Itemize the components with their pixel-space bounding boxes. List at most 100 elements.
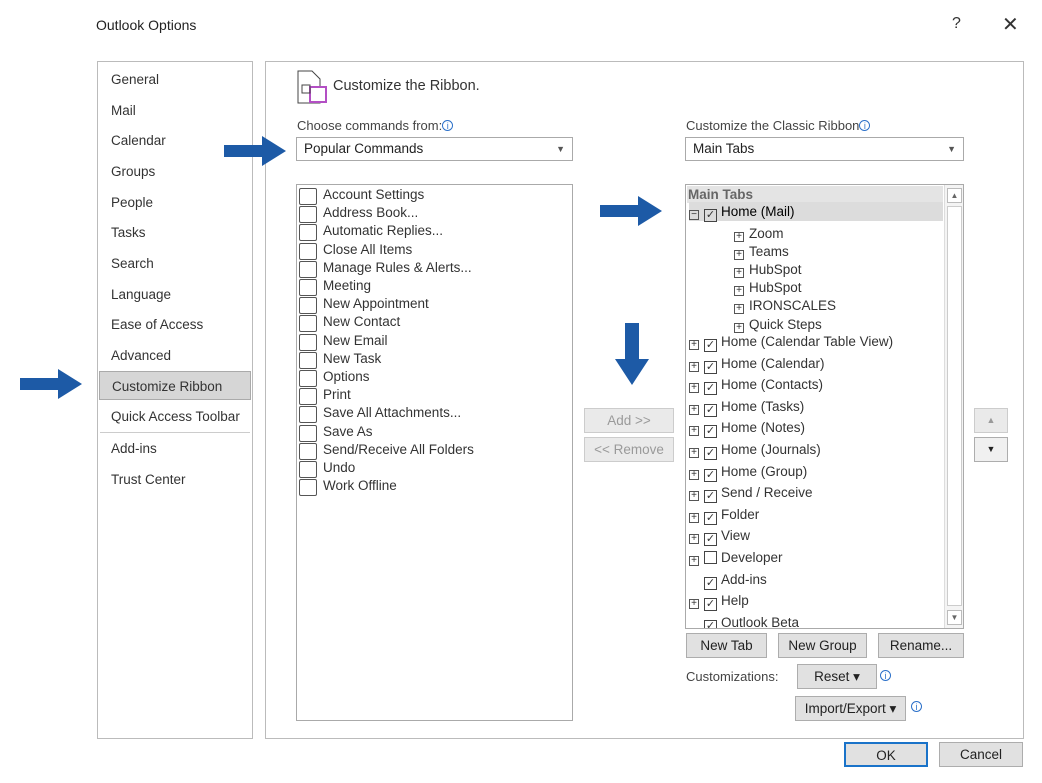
expand-icon[interactable]: + xyxy=(734,232,744,242)
expand-icon[interactable]: + xyxy=(734,250,744,260)
command-item[interactable]: Send/Receive All Folders xyxy=(323,442,474,457)
nav-item-general[interactable]: General xyxy=(99,65,251,94)
tree-item[interactable]: + ✓ Home (Tasks) xyxy=(689,397,804,417)
new-group-button[interactable]: New Group xyxy=(778,633,867,658)
checkbox[interactable]: ✓ xyxy=(704,511,717,525)
command-item[interactable]: New Contact xyxy=(323,314,400,329)
reset-button[interactable]: Reset ▾ xyxy=(797,664,877,689)
expand-icon[interactable]: + xyxy=(689,340,699,350)
tree-item[interactable]: ✓ Add-ins xyxy=(689,570,767,590)
new-tab-button[interactable]: New Tab xyxy=(686,633,767,658)
scroll-thumb[interactable] xyxy=(947,206,962,606)
nav-item-tasks[interactable]: Tasks xyxy=(99,218,251,247)
move-up-button[interactable]: ▲ xyxy=(974,408,1008,433)
nav-item-add-ins[interactable]: Add-ins xyxy=(99,434,251,463)
tree-item[interactable]: + HubSpot xyxy=(734,278,802,297)
expand-icon[interactable]: + xyxy=(689,383,699,394)
checkbox[interactable]: ✓ xyxy=(704,490,717,504)
tree-item[interactable]: ✓ Outlook Beta xyxy=(689,613,799,628)
nav-item-trust-center[interactable]: Trust Center xyxy=(99,465,251,494)
checkbox[interactable]: ✓ xyxy=(704,360,717,374)
info-icon[interactable]: i xyxy=(442,120,454,131)
expand-icon[interactable]: + xyxy=(689,469,699,480)
ribbon-tabs-tree[interactable]: Main Tabs ▲ ▼ − ✓ Home (Mail) + Zoom + Teams + H… xyxy=(685,184,964,629)
expand-icon[interactable]: + xyxy=(734,286,744,296)
command-item[interactable]: Manage Rules & Alerts... xyxy=(323,260,472,275)
collapse-icon[interactable]: − xyxy=(689,210,699,220)
command-item[interactable]: Print xyxy=(323,387,351,402)
nav-item-mail[interactable]: Mail xyxy=(99,96,251,125)
command-item[interactable]: New Appointment xyxy=(323,296,429,311)
command-item[interactable]: New Email xyxy=(323,333,388,348)
import-export-button[interactable]: Import/Export ▾ xyxy=(795,696,906,721)
info-icon[interactable]: i xyxy=(880,670,891,681)
tree-item[interactable]: + ✓ Home (Calendar) xyxy=(689,354,825,374)
tree-item[interactable]: + ✓ Help xyxy=(689,591,749,612)
tree-scrollbar[interactable]: ▲ ▼ xyxy=(944,185,963,628)
customize-ribbon-dropdown[interactable]: Main Tabs ▼ xyxy=(685,137,964,161)
checkbox[interactable]: ✓ xyxy=(704,468,717,482)
expand-icon[interactable]: + xyxy=(689,512,699,523)
tree-item[interactable]: + Developer xyxy=(689,548,783,567)
expand-icon[interactable]: + xyxy=(734,268,744,278)
tree-item[interactable]: + ✓ View xyxy=(689,526,750,547)
expand-icon[interactable]: + xyxy=(689,556,699,566)
cancel-button[interactable]: Cancel xyxy=(939,742,1023,767)
command-item[interactable]: Address Book... xyxy=(323,205,418,220)
expand-icon[interactable]: + xyxy=(689,599,699,610)
expand-icon[interactable]: + xyxy=(689,404,699,415)
checkbox[interactable]: ✓ xyxy=(704,339,717,352)
checkbox[interactable]: ✓ xyxy=(704,598,717,612)
command-item[interactable]: Meeting xyxy=(323,278,371,293)
command-item[interactable]: Save All Attachments... xyxy=(323,405,461,420)
nav-item-search[interactable]: Search xyxy=(99,249,251,278)
command-item[interactable]: Automatic Replies... xyxy=(323,223,443,238)
tree-item[interactable]: + ✓ Home (Contacts) xyxy=(689,375,823,396)
expand-icon[interactable]: + xyxy=(689,534,699,545)
expand-icon[interactable]: + xyxy=(689,426,699,437)
close-button[interactable]: ✕ xyxy=(1002,12,1019,37)
rename-button[interactable]: Rename... xyxy=(878,633,964,658)
nav-item-language[interactable]: Language xyxy=(99,280,251,309)
command-item[interactable]: Close All Items xyxy=(323,242,412,257)
tree-item[interactable]: + HubSpot xyxy=(734,260,802,279)
tree-item[interactable]: − ✓ Home (Mail) xyxy=(689,202,943,222)
scroll-down-icon[interactable]: ▼ xyxy=(947,610,962,625)
tree-item[interactable]: + ✓ Send / Receive xyxy=(689,483,813,504)
checkbox[interactable]: ✓ xyxy=(704,447,717,460)
expand-icon[interactable]: + xyxy=(734,304,744,314)
command-item[interactable]: Undo xyxy=(323,460,355,475)
remove-button[interactable]: << Remove xyxy=(584,437,674,462)
tree-item[interactable]: + IRONSCALES xyxy=(734,296,836,315)
command-item[interactable]: Options xyxy=(323,369,370,384)
scroll-up-icon[interactable]: ▲ xyxy=(947,188,962,203)
move-down-button[interactable]: ▼ xyxy=(974,437,1008,462)
nav-item-customize-ribbon[interactable]: Customize Ribbon xyxy=(99,371,251,400)
info-icon[interactable]: i xyxy=(859,120,871,131)
expand-icon[interactable]: + xyxy=(689,448,699,458)
choose-commands-dropdown[interactable]: Popular Commands ▼ xyxy=(296,137,573,161)
commands-list[interactable]: Account Settings Address Book... Automatic… xyxy=(296,184,573,721)
ok-button[interactable]: OK xyxy=(844,742,928,767)
help-button[interactable]: ? xyxy=(952,15,961,33)
add-button[interactable]: Add >> xyxy=(584,408,674,433)
checkbox[interactable] xyxy=(704,551,717,564)
command-item[interactable]: Save As xyxy=(323,424,373,439)
info-icon[interactable]: i xyxy=(911,701,922,712)
tree-item[interactable]: + ✓ Home (Notes) xyxy=(689,418,805,439)
checkbox[interactable]: ✓ xyxy=(704,576,717,590)
checkbox[interactable]: ✓ xyxy=(704,533,717,547)
nav-item-ease-of-access[interactable]: Ease of Access xyxy=(99,310,251,339)
tree-item[interactable]: + Zoom xyxy=(734,224,784,243)
command-item[interactable]: Work Offline xyxy=(323,478,397,493)
command-item[interactable]: New Task xyxy=(323,351,381,366)
checkbox[interactable]: ✓ xyxy=(704,403,717,417)
checkbox[interactable]: ✓ xyxy=(704,619,717,628)
command-item[interactable]: Account Settings xyxy=(323,187,424,202)
checkbox[interactable]: ✓ xyxy=(704,209,717,222)
tree-item[interactable]: + ✓ Home (Group) xyxy=(689,462,807,482)
tree-item[interactable]: + ✓ Folder xyxy=(689,505,759,525)
nav-item-advanced[interactable]: Advanced xyxy=(99,341,251,370)
nav-item-people[interactable]: People xyxy=(99,188,251,217)
expand-icon[interactable]: + xyxy=(689,491,699,502)
